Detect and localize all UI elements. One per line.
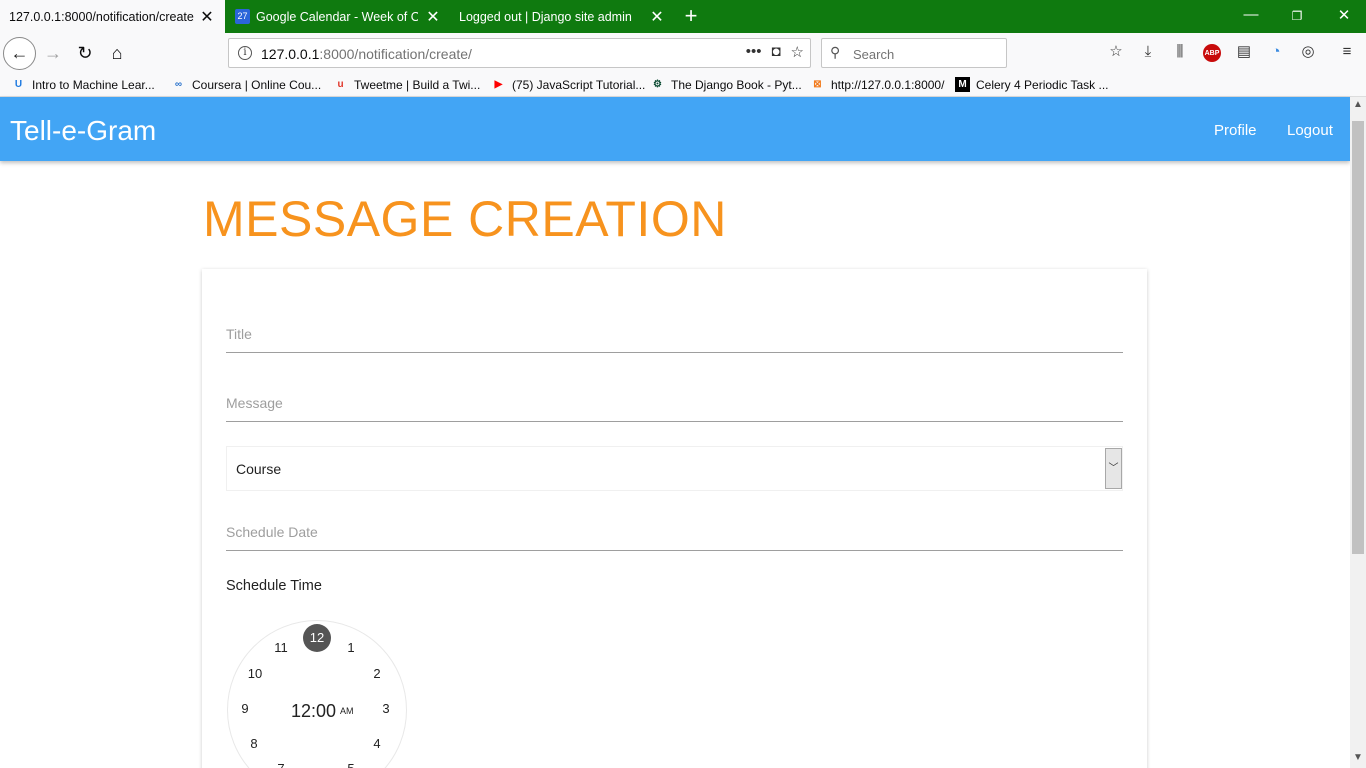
url-text: 127.0.0.1:8000/notification/create/ <box>261 46 472 62</box>
tab-django-admin[interactable]: Logged out | Django site admin ✕ <box>450 0 674 33</box>
brand-logo[interactable]: Tell-e-Gram <box>10 115 156 147</box>
hamburger-menu-icon[interactable]: ≡ <box>1337 42 1357 62</box>
schedule-time-label: Schedule Time <box>226 578 322 594</box>
bookmark-label: Coursera | Online Cou... <box>192 77 322 92</box>
minimize-icon[interactable]: — <box>1241 6 1261 23</box>
clock-hour[interactable]: 9 <box>235 701 255 716</box>
clock-time: 12:00 <box>291 701 337 721</box>
close-tab-icon[interactable]: ✕ <box>424 7 442 27</box>
youtube-icon: ▶ <box>494 79 503 90</box>
sidebar-icon[interactable]: ▤ <box>1234 42 1254 62</box>
search-box[interactable]: ⚲ Search <box>821 38 1007 68</box>
home-icon[interactable]: ⌂ <box>102 36 132 70</box>
close-tab-icon[interactable]: ✕ <box>198 7 216 27</box>
bookmark-star-icon[interactable]: ☆ <box>791 43 804 61</box>
tab-label: 127.0.0.1:8000/notification/create/ <box>9 10 194 24</box>
bookmark-label: Intro to Machine Lear... <box>32 77 155 92</box>
browser-tab-bar: 127.0.0.1:8000/notification/create/ ✕ 27… <box>0 0 1366 33</box>
tweetme-icon: u <box>337 79 344 90</box>
close-tab-icon[interactable]: ✕ <box>648 7 666 27</box>
page-scrollbar[interactable]: ▲ ▼ <box>1350 97 1366 768</box>
chevron-down-icon[interactable]: ﹀ <box>1105 448 1122 489</box>
library-icon[interactable]: ⫼ <box>1170 42 1190 62</box>
scrollbar-thumb[interactable] <box>1352 121 1364 554</box>
clock-hour[interactable]: 3 <box>376 701 396 716</box>
back-arrow-icon[interactable]: ← <box>3 37 36 70</box>
bookmarks-toolbar: U Intro to Machine Lear... ∞ Coursera | On… <box>0 73 1366 97</box>
site-info-icon[interactable]: i <box>238 46 252 60</box>
tab-notification-create[interactable]: 127.0.0.1:8000/notification/create/ ✕ <box>0 0 225 33</box>
bookmark-item[interactable]: U Intro to Machine Lear... <box>11 77 155 92</box>
course-selected-value: Course <box>236 461 282 477</box>
page-title: MESSAGE CREATION <box>203 191 727 247</box>
bookmark-item[interactable]: u Tweetme | Build a Twi... <box>333 77 480 92</box>
clock-hour[interactable]: 11 <box>271 640 291 655</box>
app-navbar: Tell-e-Gram Profile Logout <box>0 97 1350 161</box>
clock-hour[interactable]: 5 <box>341 761 361 768</box>
time-picker-clock[interactable]: 12 1 2 3 4 5 6 7 8 9 10 11 12:00AM <box>227 620 407 768</box>
clock-hour[interactable]: 2 <box>367 666 387 681</box>
calendar-favicon-icon: 27 <box>235 9 250 24</box>
url-host: 127.0.0.1 <box>261 46 320 62</box>
bookmark-label: Tweetme | Build a Twi... <box>354 77 481 92</box>
reading-list-icon[interactable]: ☆ <box>1106 42 1126 62</box>
bookmark-item[interactable]: ⊠ http://127.0.0.1:8000/ <box>810 77 944 92</box>
scroll-down-icon[interactable]: ▼ <box>1350 752 1366 763</box>
url-bar[interactable]: i 127.0.0.1:8000/notification/create/ ••… <box>228 38 811 68</box>
profile-link[interactable]: Profile <box>1214 122 1257 139</box>
django-icon: ⚙ <box>653 79 662 90</box>
message-input[interactable]: Message <box>226 386 1123 422</box>
clock-hour[interactable]: 4 <box>367 736 387 751</box>
logout-link[interactable]: Logout <box>1287 122 1333 139</box>
restore-icon[interactable]: ❐ <box>1287 9 1307 23</box>
clock-hour[interactable]: 7 <box>271 761 291 768</box>
clock-hour[interactable]: 8 <box>244 736 264 751</box>
url-path: :8000/notification/create/ <box>319 46 472 62</box>
bookmark-item[interactable]: ⚙ The Django Book - Pyt... <box>650 77 802 92</box>
bookmark-label: (75) JavaScript Tutorial... <box>512 77 646 92</box>
pocket-icon[interactable]: ◘ <box>771 43 780 61</box>
adblock-icon[interactable]: ABP <box>1203 44 1221 62</box>
tab-label: Logged out | Django site admin <box>459 10 632 24</box>
search-icon: ⚲ <box>830 44 841 60</box>
bookmark-item[interactable]: ∞ Coursera | Online Cou... <box>171 77 321 92</box>
page-actions-icon[interactable]: ••• <box>746 43 762 61</box>
schedule-date-placeholder: Schedule Date <box>226 524 318 540</box>
bookmark-label: The Django Book - Pyt... <box>671 77 802 92</box>
clock-time-display: 12:00 AM <box>291 701 354 722</box>
clock-hour-selected[interactable]: 12 <box>303 624 331 652</box>
udacity-icon: U <box>14 79 23 90</box>
bookmark-item[interactable]: M Celery 4 Periodic Task ... <box>955 77 1109 92</box>
downloads-icon[interactable]: ⤓ <box>1138 42 1158 62</box>
window-close-icon[interactable]: ✕ <box>1334 6 1354 24</box>
title-input[interactable]: Title <box>226 317 1123 353</box>
sync-icon[interactable]: ◎ <box>1298 42 1318 62</box>
bookmark-item[interactable]: ▶ (75) JavaScript Tutorial... <box>491 77 646 92</box>
tab-google-calendar[interactable]: 27 Google Calendar - Week of Oct ✕ <box>226 0 449 33</box>
message-form-card: Title Message Course ﹀ Schedule Date Sch… <box>202 269 1147 768</box>
clock-ampm[interactable]: AM <box>340 706 354 716</box>
scroll-up-icon[interactable]: ▲ <box>1350 99 1366 110</box>
clock-hour[interactable]: 10 <box>245 666 265 681</box>
schedule-date-input[interactable]: Schedule Date <box>226 515 1123 551</box>
bookmark-label: http://127.0.0.1:8000/ <box>831 77 945 92</box>
forward-arrow-icon[interactable]: → <box>38 36 68 70</box>
search-placeholder: Search <box>853 47 895 62</box>
reload-icon[interactable]: ↻ <box>70 36 100 70</box>
tab-label: Google Calendar - Week of Oct <box>256 10 418 24</box>
new-tab-plus-icon[interactable]: + <box>682 3 700 29</box>
medium-icon: M <box>955 77 970 92</box>
clock-hour[interactable]: 1 <box>341 640 361 655</box>
extension-icon[interactable]: ◔ <box>1266 42 1286 62</box>
bookmark-label: Celery 4 Periodic Task ... <box>976 77 1109 92</box>
xampp-icon: ⊠ <box>813 79 822 90</box>
message-placeholder: Message <box>226 395 283 411</box>
coursera-icon: ∞ <box>174 79 183 90</box>
title-placeholder: Title <box>226 326 252 342</box>
course-select[interactable]: Course ﹀ <box>226 446 1123 491</box>
browser-toolbar: ← → ↻ ⌂ i 127.0.0.1:8000/notification/cr… <box>0 33 1366 73</box>
